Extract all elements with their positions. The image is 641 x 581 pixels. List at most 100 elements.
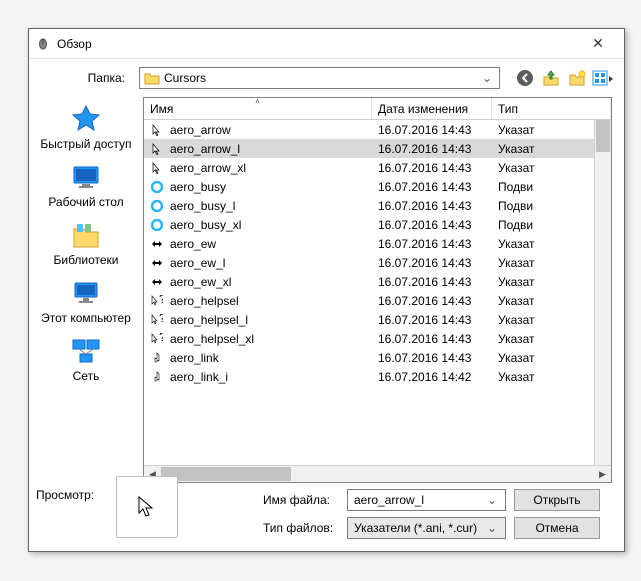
svg-text:?: ? [159, 333, 163, 344]
place-label: Библиотеки [53, 253, 118, 267]
svg-text:?: ? [159, 314, 163, 325]
view-menu-button[interactable] [592, 67, 614, 89]
file-date: 16.07.2016 14:42 [372, 370, 492, 384]
file-row[interactable]: aero_link_i 16.07.2016 14:42 Указат [144, 367, 611, 386]
file-list[interactable]: Имя ˄ Дата изменения Тип aero_arrow 16.0… [143, 97, 612, 483]
file-icon [150, 180, 164, 194]
folder-icon [144, 71, 160, 85]
open-button[interactable]: Открыть [514, 489, 600, 511]
file-name: aero_busy_l [170, 199, 235, 213]
file-row[interactable]: aero_busy_l 16.07.2016 14:43 Подви [144, 196, 611, 215]
scroll-right-icon[interactable]: ▶ [594, 469, 611, 480]
file-rows: aero_arrow 16.07.2016 14:43 Указат aero_… [144, 120, 611, 465]
app-icon [35, 36, 51, 52]
file-date: 16.07.2016 14:43 [372, 142, 492, 156]
scrollbar-thumb[interactable] [596, 120, 610, 152]
file-name: aero_helpsel_l [170, 313, 248, 327]
file-date: 16.07.2016 14:43 [372, 161, 492, 175]
filetype-combo[interactable]: Указатели (*.ani, *.cur) ⌄ [347, 517, 506, 539]
file-name: aero_helpsel_xl [170, 332, 254, 346]
file-row[interactable]: aero_ew 16.07.2016 14:43 Указат [144, 234, 611, 253]
folder-combo[interactable]: Cursors ⌄ [139, 67, 500, 89]
preview-box [116, 476, 178, 538]
file-date: 16.07.2016 14:43 [372, 237, 492, 251]
vertical-scrollbar[interactable] [594, 120, 611, 465]
titlebar: Обзор ✕ [29, 29, 624, 59]
file-date: 16.07.2016 14:43 [372, 332, 492, 346]
file-name: aero_link [170, 351, 219, 365]
place-item[interactable]: Сеть [29, 335, 143, 383]
file-row[interactable]: aero_arrow_xl 16.07.2016 14:43 Указат [144, 158, 611, 177]
file-row[interactable]: ? aero_helpsel 16.07.2016 14:43 Указат [144, 291, 611, 310]
place-item[interactable]: Этот компьютер [29, 277, 143, 325]
place-label: Этот компьютер [41, 311, 131, 325]
file-row[interactable]: ? aero_helpsel_xl 16.07.2016 14:43 Указа… [144, 329, 611, 348]
computer-icon [70, 277, 102, 309]
place-item[interactable]: Рабочий стол [29, 161, 143, 209]
filename-row: Имя файла: aero_arrow_l ⌄ Открыть [143, 489, 600, 511]
network-icon [70, 335, 102, 367]
file-name: aero_arrow_l [170, 142, 240, 156]
file-row[interactable]: aero_arrow 16.07.2016 14:43 Указат [144, 120, 611, 139]
filename-input[interactable]: aero_arrow_l ⌄ [347, 489, 506, 511]
file-name: aero_ew_xl [170, 275, 231, 289]
folder-value: Cursors [164, 71, 475, 85]
list-header: Имя ˄ Дата изменения Тип [144, 98, 611, 120]
file-row[interactable]: aero_ew_xl 16.07.2016 14:43 Указат [144, 272, 611, 291]
file-open-dialog: Обзор ✕ Папка: Cursors ⌄ Бы [28, 28, 625, 552]
file-icon [150, 275, 164, 289]
back-button[interactable] [514, 67, 536, 89]
form-area: Имя файла: aero_arrow_l ⌄ Открыть Тип фа… [143, 483, 612, 551]
column-name[interactable]: Имя ˄ [144, 98, 372, 119]
file-name: aero_ew_l [170, 256, 225, 270]
file-name: aero_helpsel [170, 294, 239, 308]
cursor-preview-icon [135, 495, 159, 519]
place-item[interactable]: Библиотеки [29, 219, 143, 267]
file-name: aero_ew [170, 237, 216, 251]
file-icon [150, 256, 164, 270]
file-icon: ? [150, 294, 164, 308]
preview-label: Просмотр: [36, 488, 94, 502]
file-name: aero_arrow [170, 123, 231, 137]
file-row[interactable]: aero_ew_l 16.07.2016 14:43 Указат [144, 253, 611, 272]
file-icon: ? [150, 332, 164, 346]
column-modified[interactable]: Дата изменения [372, 98, 492, 119]
libraries-icon [70, 219, 102, 251]
place-item[interactable]: Быстрый доступ [29, 103, 143, 151]
file-icon [150, 370, 164, 384]
file-row[interactable]: aero_link 16.07.2016 14:43 Указат [144, 348, 611, 367]
file-date: 16.07.2016 14:43 [372, 275, 492, 289]
file-date: 16.07.2016 14:43 [372, 123, 492, 137]
file-name: aero_busy [170, 180, 226, 194]
star-icon [70, 103, 102, 135]
close-button[interactable]: ✕ [578, 35, 618, 52]
file-icon [150, 161, 164, 175]
svg-text:?: ? [159, 295, 163, 306]
file-icon [150, 218, 164, 232]
file-row[interactable]: aero_arrow_l 16.07.2016 14:43 Указат [144, 139, 611, 158]
file-name: aero_busy_xl [170, 218, 241, 232]
horizontal-scrollbar[interactable]: ◀ ▶ [144, 465, 611, 482]
scrollbar-thumb[interactable] [161, 467, 291, 481]
file-date: 16.07.2016 14:43 [372, 218, 492, 232]
file-icon [150, 142, 164, 156]
cancel-button[interactable]: Отмена [514, 517, 600, 539]
file-date: 16.07.2016 14:43 [372, 199, 492, 213]
chevron-down-icon: ⌄ [485, 521, 499, 535]
chevron-down-icon: ⌄ [485, 493, 499, 507]
desktop-icon [70, 161, 102, 193]
file-name: aero_arrow_xl [170, 161, 246, 175]
window-title: Обзор [57, 37, 578, 51]
file-icon [150, 237, 164, 251]
column-type[interactable]: Тип [492, 98, 611, 119]
file-date: 16.07.2016 14:43 [372, 294, 492, 308]
file-row[interactable]: ? aero_helpsel_l 16.07.2016 14:43 Указат [144, 310, 611, 329]
file-row[interactable]: aero_busy_xl 16.07.2016 14:43 Подви [144, 215, 611, 234]
up-button[interactable] [540, 67, 562, 89]
place-label: Рабочий стол [48, 195, 123, 209]
sort-caret-icon: ˄ [255, 97, 260, 106]
file-icon: ? [150, 313, 164, 327]
new-folder-button[interactable] [566, 67, 588, 89]
file-name: aero_link_i [170, 370, 228, 384]
file-row[interactable]: aero_busy 16.07.2016 14:43 Подви [144, 177, 611, 196]
